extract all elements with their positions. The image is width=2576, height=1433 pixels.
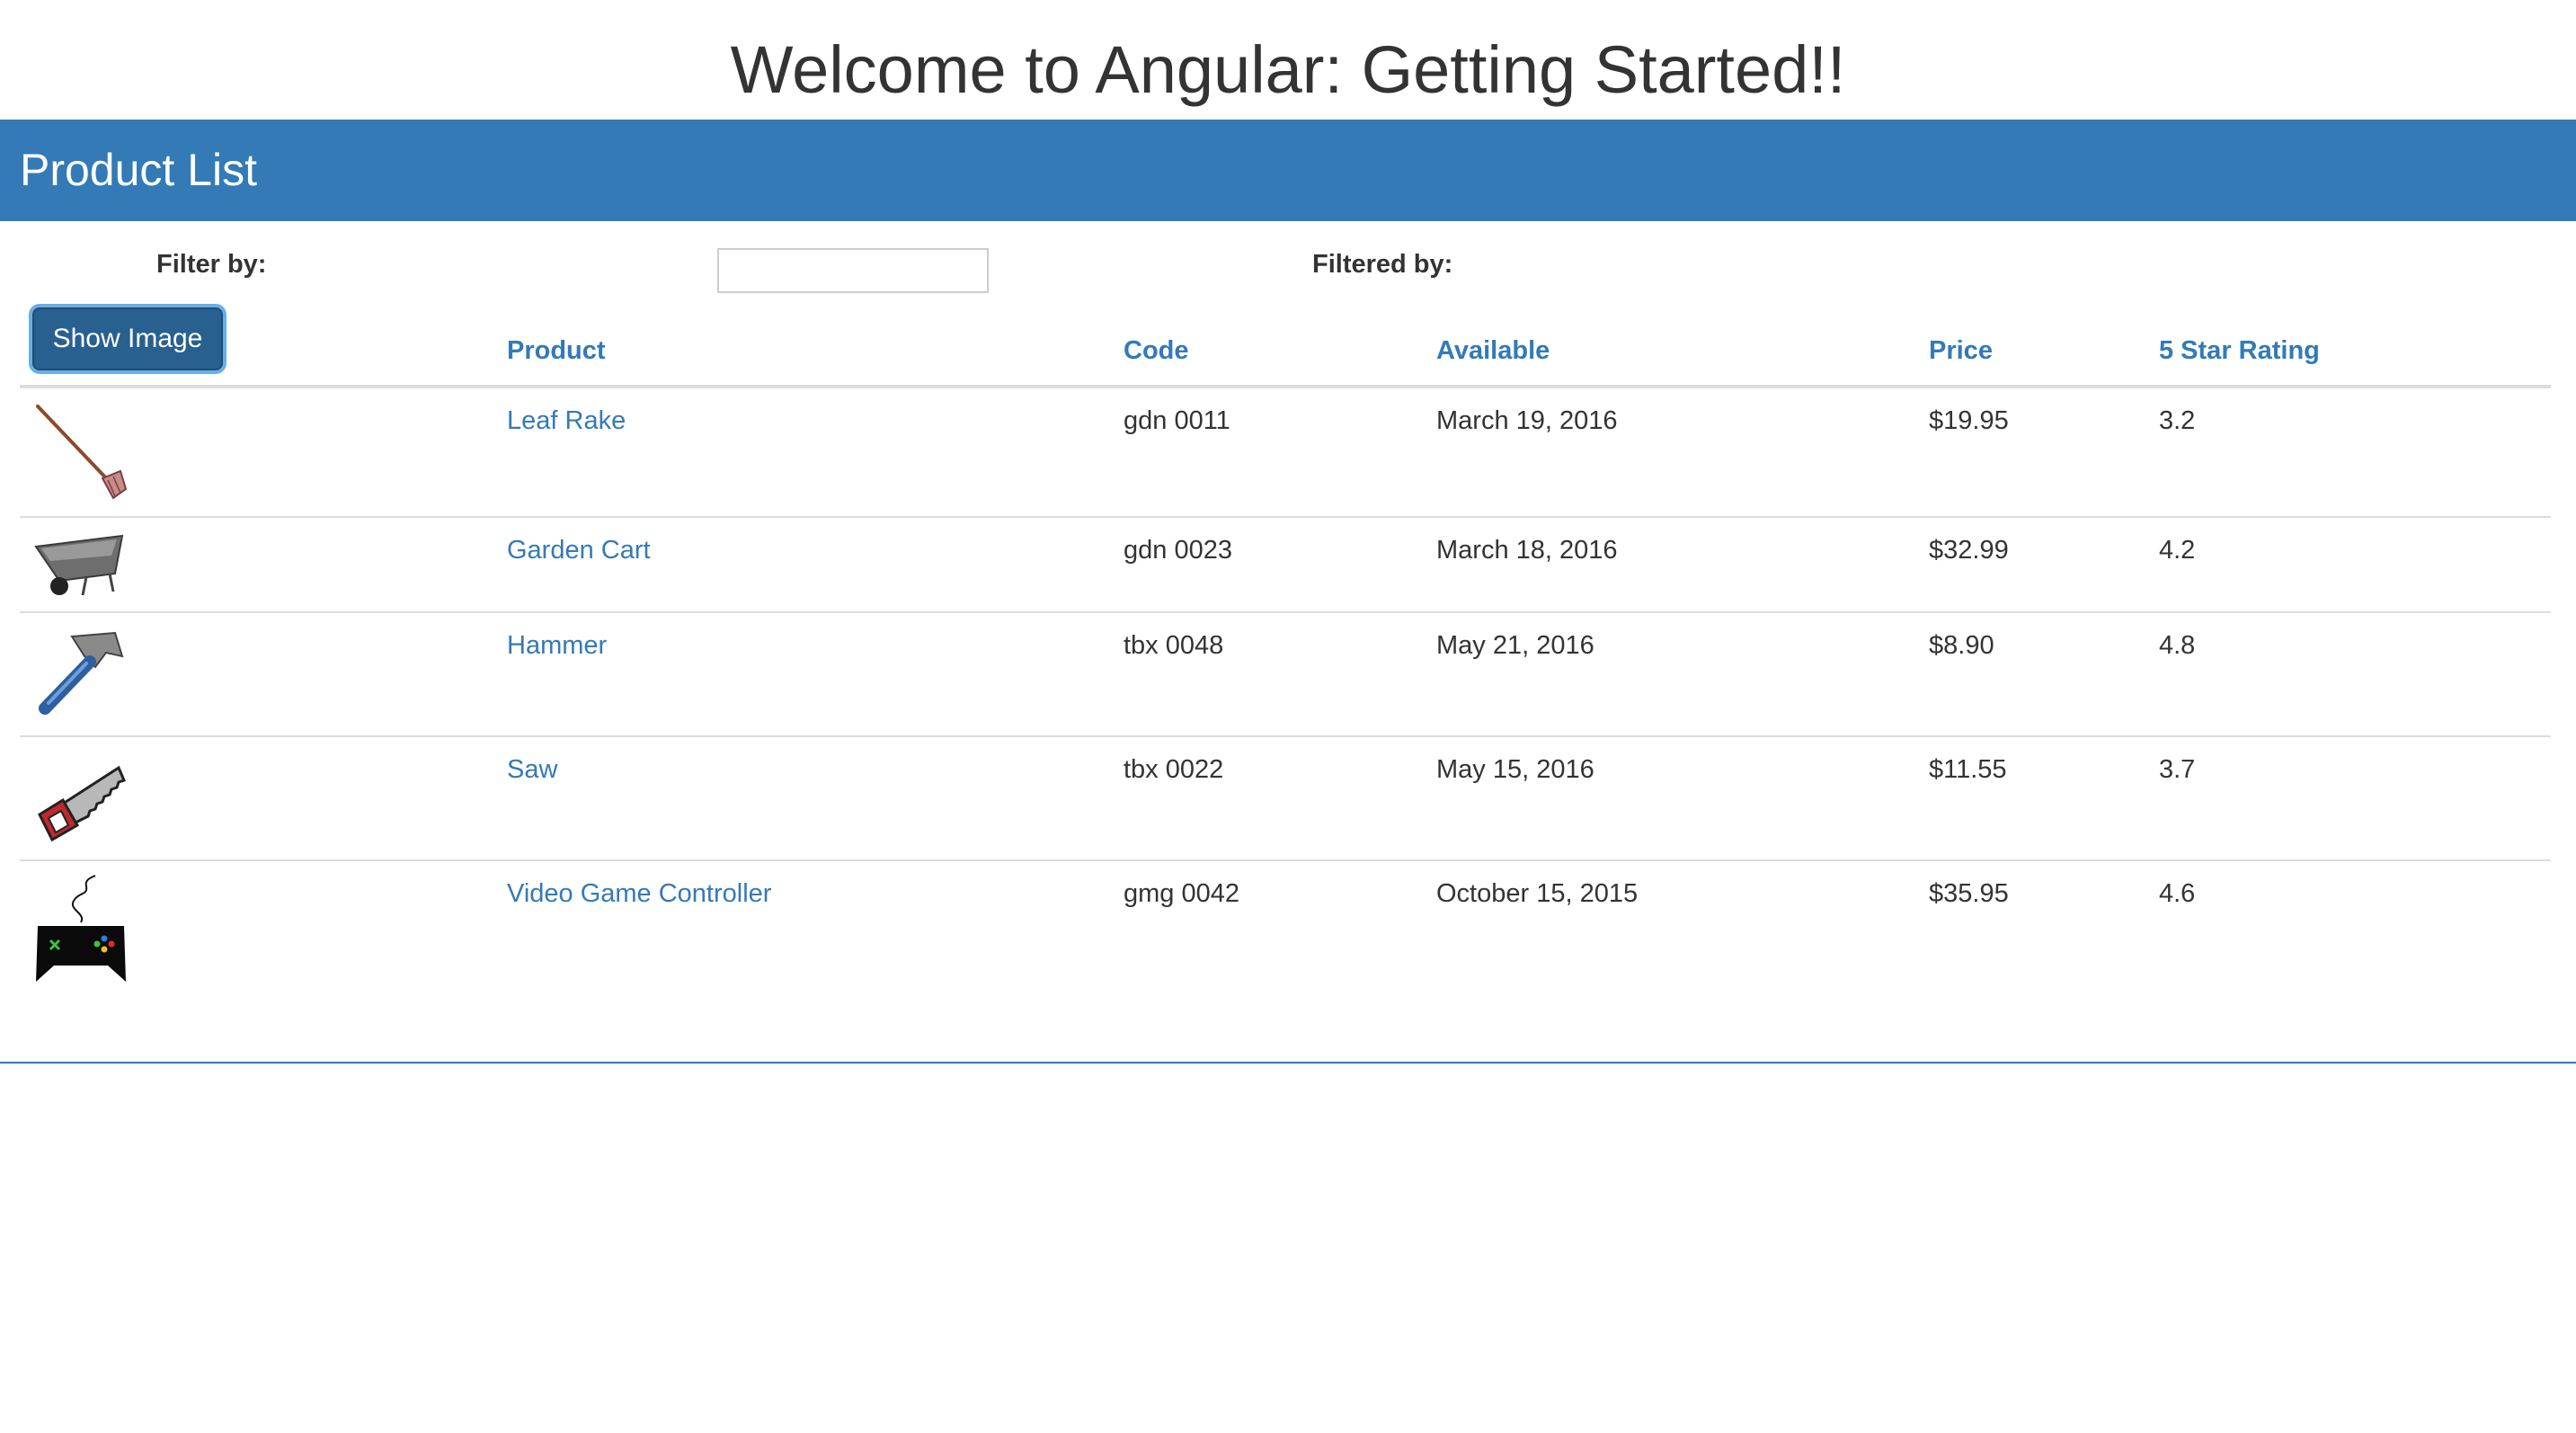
product-code: gdn 0023 — [1124, 536, 1232, 565]
product-rating: 3.2 — [2159, 406, 2196, 435]
filter-input[interactable] — [717, 248, 989, 293]
row-divider — [20, 859, 2551, 861]
filtered-by-label: Filtered by: — [1312, 250, 1453, 279]
video-game-controller-icon — [36, 875, 126, 982]
row-divider — [20, 735, 2551, 737]
product-price: $8.90 — [1929, 631, 1994, 660]
column-header-product[interactable]: Product — [507, 336, 606, 366]
leaf-rake-icon — [36, 405, 128, 500]
column-header-code[interactable]: Code — [1124, 336, 1189, 366]
product-code: gmg 0042 — [1124, 879, 1239, 908]
product-price: $35.95 — [1929, 879, 2009, 908]
product-code: gdn 0011 — [1124, 406, 1230, 435]
table-header-divider — [20, 385, 2551, 388]
product-name-link[interactable]: Saw — [507, 755, 557, 785]
product-available: October 15, 2015 — [1436, 879, 1639, 908]
page-title: Welcome to Angular: Getting Started!! — [730, 32, 1846, 107]
panel-heading: Product List — [0, 120, 2576, 221]
product-name-link[interactable]: Hammer — [507, 631, 607, 661]
product-price: $32.99 — [1929, 536, 2009, 565]
show-image-button[interactable]: Show Image — [32, 307, 223, 370]
panel-title: Product List — [20, 145, 258, 195]
saw-icon — [38, 765, 127, 842]
product-rating: 4.2 — [2159, 536, 2196, 565]
filter-label: Filter by: — [156, 250, 267, 279]
column-header-rating[interactable]: 5 Star Rating — [2159, 336, 2320, 366]
product-available: May 21, 2016 — [1436, 631, 1594, 660]
product-name-link[interactable]: Leaf Rake — [507, 406, 626, 436]
row-divider — [20, 611, 2551, 613]
product-name-link[interactable]: Video Game Controller — [507, 879, 771, 909]
product-rating: 4.8 — [2159, 631, 2196, 660]
column-header-price[interactable]: Price — [1929, 336, 1993, 366]
row-divider — [20, 516, 2551, 518]
product-available: March 19, 2016 — [1436, 406, 1618, 435]
product-price: $11.55 — [1929, 755, 2007, 784]
column-header-available[interactable]: Available — [1436, 336, 1550, 366]
hammer-icon — [39, 631, 124, 715]
product-name-link[interactable]: Garden Cart — [507, 536, 651, 565]
product-price: $19.95 — [1929, 406, 2009, 435]
product-available: March 18, 2016 — [1436, 536, 1618, 565]
product-rating: 3.7 — [2159, 755, 2196, 784]
product-code: tbx 0048 — [1124, 631, 1224, 660]
garden-cart-icon — [34, 534, 124, 596]
product-rating: 4.6 — [2159, 879, 2196, 908]
panel-bottom-border — [0, 1062, 2576, 1064]
product-code: tbx 0022 — [1124, 755, 1224, 784]
product-available: May 15, 2016 — [1436, 755, 1594, 784]
